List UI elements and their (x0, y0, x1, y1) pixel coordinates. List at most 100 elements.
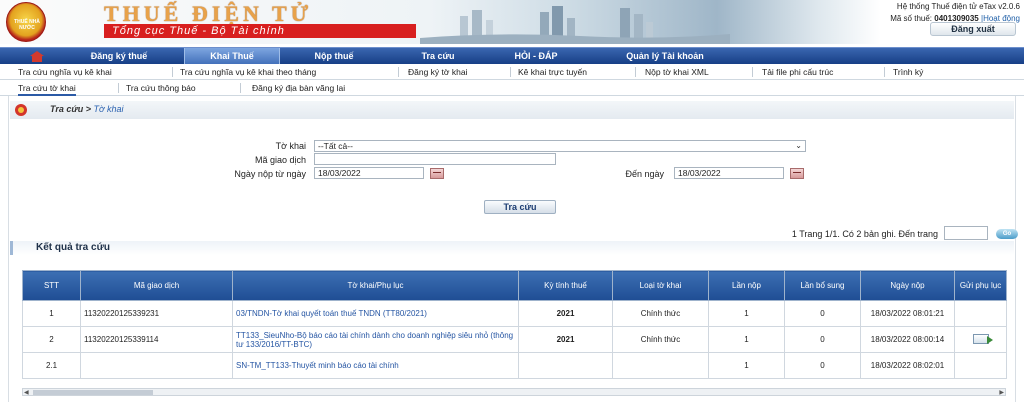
to-khai-label: Tờ khai (275, 141, 306, 151)
sub-nav-secondary: Tra cứu tờ khai Tra cứu thông báo Đăng k… (0, 80, 1024, 96)
to-khai-select[interactable]: --Tất cả-- ⌄ (314, 140, 806, 152)
content-frame-left (8, 96, 9, 402)
horizontal-scrollbar[interactable]: ◀ ▶ (22, 388, 1006, 396)
main-nav: Đăng ký thuế Khai Thuế Nộp thuế Tra cứu … (0, 47, 1024, 65)
subnav-tra-cuu-theo-thang[interactable]: Tra cứu nghĩa vụ kê khai theo tháng (180, 64, 316, 80)
subnav-separator (398, 67, 399, 77)
cell-lan-nop: 1 (708, 352, 785, 379)
col-ma-giao-dich: Mã giao dịch (80, 270, 233, 301)
cell-loai-to-khai: Chính thức (612, 300, 709, 327)
breadcrumb: Tra cứu > Tờ khai (10, 101, 1014, 119)
chevron-down-icon: ⌄ (795, 141, 802, 150)
to-khai-select-value: --Tất cả-- (318, 141, 353, 151)
cell-gui-phu-luc (954, 352, 1007, 379)
subnav-tai-file-phi-cau-truc[interactable]: Tải file phi cấu trúc (762, 64, 833, 80)
nav-quan-ly-tai-khoan[interactable]: Quản lý Tài khoản (600, 48, 730, 65)
go-button[interactable]: Go (996, 229, 1018, 239)
brand-subtitle: Tổng cục Thuế - Bộ Tài chính (104, 24, 416, 38)
cell-stt: 2.1 (22, 352, 81, 379)
cell-to-khai-link[interactable]: TT133_SieuNho-Bộ báo cáo tài chính dành … (232, 326, 519, 353)
calendar-icon[interactable] (430, 168, 444, 179)
paging-info: 1 Trang 1/1. Có 2 bản ghi. Đến trang (791, 229, 938, 239)
home-icon[interactable] (30, 51, 44, 62)
ngay-nop-tu-input[interactable]: 18/03/2022 (314, 167, 424, 179)
ma-giao-dich-input[interactable] (314, 153, 556, 165)
col-ky-tinh-thue: Kỳ tính thuế (518, 270, 613, 301)
cell-stt: 1 (22, 300, 81, 327)
table-row: 2.1 SN-TM_TT133-Thuyết minh báo cáo tài … (22, 352, 1007, 379)
logo-text: THUẾ NHÀ NƯỚC (14, 19, 40, 31)
subnav-separator (118, 83, 119, 93)
sub-nav-primary: Tra cứu nghĩa vụ kê khai Tra cứu nghĩa v… (0, 64, 1024, 80)
cell-lan-bo-sung: 0 (784, 326, 861, 353)
results-header-bar (10, 241, 1014, 255)
nav-tra-cuu[interactable]: Tra cứu (396, 48, 480, 65)
tax-emblem-icon (15, 104, 27, 116)
header-banner: THUẾ NHÀ NƯỚC THUẾ ĐIỆN TỬ Tổng cục Thuế… (0, 0, 1024, 44)
cell-ngay-nop: 18/03/2022 08:01:21 (860, 300, 955, 327)
den-ngay-input[interactable]: 18/03/2022 (674, 167, 784, 179)
breadcrumb-text: Tra cứu > Tờ khai (50, 104, 124, 114)
subnav-dang-ky-to-khai[interactable]: Đăng ký tờ khai (408, 64, 467, 80)
nav-nop-thue[interactable]: Nộp thuế (296, 48, 372, 65)
subnav-separator (240, 83, 241, 93)
subnav-separator (510, 67, 511, 77)
col-loai-to-khai: Loại tờ khai (612, 270, 709, 301)
cell-ky-tinh-thue: 2021 (518, 326, 613, 353)
cell-to-khai-link[interactable]: SN-TM_TT133-Thuyết minh báo cáo tài chín… (232, 352, 519, 379)
scrollbar-thumb[interactable] (33, 390, 153, 395)
results-table: STT Mã giao dịch Tờ khai/Phụ lục Kỳ tính… (22, 270, 1007, 379)
scroll-left-icon[interactable]: ◀ (24, 389, 29, 396)
tax-id-label: Mã số thuế: (890, 14, 933, 23)
subnav-dang-ky-dia-ban[interactable]: Đăng ký địa bàn vãng lai (252, 80, 345, 96)
col-stt: STT (22, 270, 81, 301)
table-row: 1 11320220125339231 03/TNDN-Tờ khai quyế… (22, 300, 1007, 327)
scroll-right-icon[interactable]: ▶ (999, 389, 1004, 396)
cell-lan-nop: 1 (708, 300, 785, 327)
table-row: 2 11320220125339114 TT133_SieuNho-Bộ báo… (22, 326, 1007, 353)
page-number-input[interactable] (944, 226, 988, 240)
send-appendix-icon[interactable] (972, 333, 993, 344)
logout-button[interactable]: Đăng xuất (930, 22, 1016, 36)
cell-loai-to-khai: Chính thức (612, 326, 709, 353)
cell-loai-to-khai (612, 352, 709, 379)
subnav-separator (172, 67, 173, 77)
subnav-tra-cuu-nghia-vu[interactable]: Tra cứu nghĩa vụ kê khai (18, 64, 112, 80)
subnav-ke-khai-truc-tuyen[interactable]: Kê khai trực tuyến (518, 64, 587, 80)
cell-gui-phu-luc (954, 300, 1007, 327)
ngay-nop-tu-label: Ngày nộp từ ngày (234, 169, 306, 179)
subnav-tra-cuu-thong-bao[interactable]: Tra cứu thông báo (126, 80, 196, 96)
cell-gui-phu-luc (954, 326, 1007, 353)
content-frame-right (1015, 96, 1016, 402)
col-lan-bo-sung: Lần bổ sung (784, 270, 861, 301)
den-ngay-label: Đến ngày (625, 169, 664, 179)
cell-lan-bo-sung: 0 (784, 352, 861, 379)
subnav-nop-to-khai-xml[interactable]: Nộp tờ khai XML (645, 64, 709, 80)
results-title: Kết quả tra cứu (36, 242, 110, 253)
subnav-tra-cuu-to-khai[interactable]: Tra cứu tờ khai (18, 80, 76, 96)
cell-stt: 2 (22, 326, 81, 353)
nav-khai-thue[interactable]: Khai Thuế (184, 48, 280, 65)
cell-lan-bo-sung: 0 (784, 300, 861, 327)
cell-ma-giao-dich (80, 352, 233, 379)
search-button[interactable]: Tra cứu (484, 200, 556, 214)
cell-ma-giao-dich: 11320220125339231 (80, 300, 233, 327)
col-ngay-nop: Ngày nộp (860, 270, 955, 301)
tax-logo: THUẾ NHÀ NƯỚC (6, 2, 46, 42)
cell-ky-tinh-thue (518, 352, 613, 379)
nav-dang-ky-thue[interactable]: Đăng ký thuế (72, 48, 166, 65)
subnav-separator (635, 67, 636, 77)
cell-ma-giao-dich: 11320220125339114 (80, 326, 233, 353)
subnav-trinh-ky[interactable]: Trình ký (893, 64, 923, 80)
subnav-separator (884, 67, 885, 77)
subnav-separator (752, 67, 753, 77)
nav-hoi-dap[interactable]: HỎI - ĐÁP (494, 48, 578, 65)
cell-lan-nop: 1 (708, 326, 785, 353)
cell-to-khai-link[interactable]: 03/TNDN-Tờ khai quyết toán thuế TNDN (TT… (232, 300, 519, 327)
calendar-icon[interactable] (790, 168, 804, 179)
breadcrumb-parent[interactable]: Tra cứu > (50, 104, 91, 114)
cell-ngay-nop: 18/03/2022 08:02:01 (860, 352, 955, 379)
col-gui-phu-luc: Gửi phụ lục (954, 270, 1007, 301)
cell-ngay-nop: 18/03/2022 08:00:14 (860, 326, 955, 353)
col-to-khai: Tờ khai/Phụ lục (232, 270, 519, 301)
